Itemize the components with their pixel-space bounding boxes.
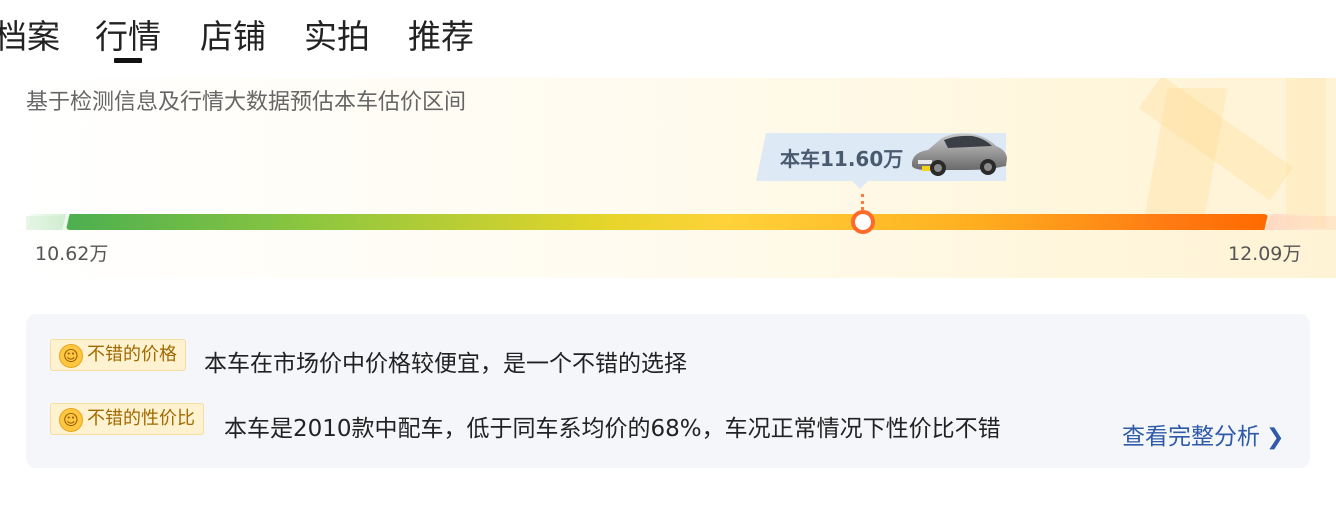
background-decoration — [1286, 78, 1326, 228]
view-full-analysis-link[interactable]: 查看完整分析 ❯ — [1122, 417, 1284, 451]
price-range-subtitle: 基于检测信息及行情大数据预估本车估价区间 — [26, 90, 467, 115]
smile-icon: ☺ — [59, 408, 83, 432]
tag-label: 不错的性价比 — [87, 408, 195, 429]
min-price-label: 10.62万 — [35, 243, 109, 265]
analysis-text-value: 本车是2010款中配车，低于同车系均价的68%，车况正常情况下性价比不错 — [224, 416, 1001, 442]
tab-bar: 档案 行情 店铺 实拍 推荐 — [0, 0, 1336, 76]
smile-icon: ☺ — [59, 344, 83, 368]
max-price-label: 12.09万 — [1228, 243, 1302, 265]
car-image — [912, 133, 1007, 176]
tab-market[interactable]: 行情 — [95, 14, 161, 60]
tab-photos[interactable]: 实拍 — [304, 14, 370, 60]
current-price-label: 本车11.60万 — [780, 147, 904, 171]
chevron-right-icon: ❯ — [1266, 425, 1285, 450]
current-price-marker — [851, 210, 875, 234]
tab-archive[interactable]: 档案 — [0, 14, 60, 60]
analysis-text-price: 本车在市场价中价格较便宜，是一个不错的选择 — [204, 351, 687, 377]
tab-store[interactable]: 店铺 — [200, 14, 266, 60]
tag-good-value: ☺ 不错的性价比 — [50, 403, 204, 435]
active-tab-indicator — [114, 58, 142, 63]
price-bar-left-extension — [26, 214, 66, 230]
tab-recommend[interactable]: 推荐 — [408, 14, 474, 60]
marker-dotted-line — [861, 194, 864, 210]
price-range-bar — [66, 214, 1268, 230]
tag-label: 不错的价格 — [87, 344, 177, 365]
bubble-arrow — [852, 181, 868, 189]
view-full-analysis-label: 查看完整分析 — [1122, 424, 1260, 450]
tag-good-price: ☺ 不错的价格 — [50, 339, 186, 371]
price-bar-right-extension — [1266, 214, 1314, 230]
analysis-card — [26, 314, 1310, 468]
